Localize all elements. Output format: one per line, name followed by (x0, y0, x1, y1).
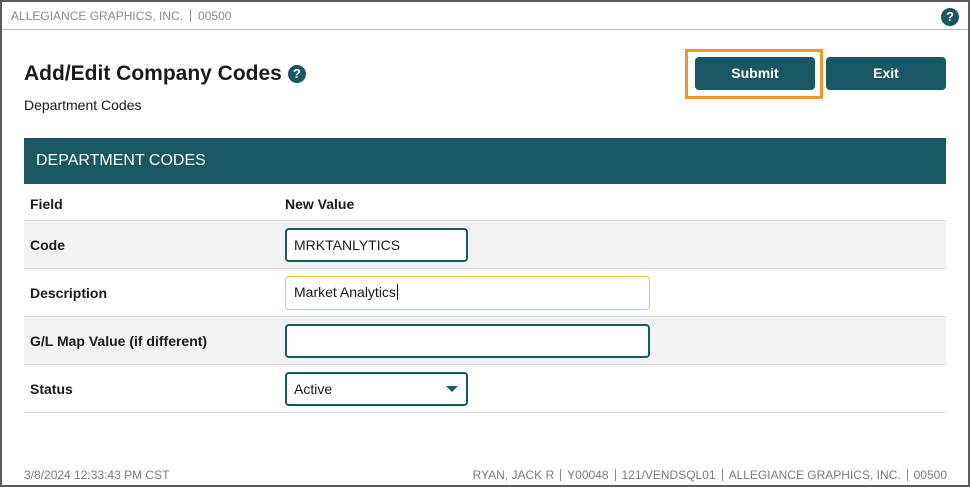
department-codes-panel: DEPARTMENT CODES Field New Value Code MR… (24, 138, 946, 413)
footer-user-id: Y00048 (567, 468, 609, 482)
table-row-description: Description Market Analytics (24, 269, 946, 317)
status-select[interactable]: Active (285, 372, 468, 406)
company-code: 00500 (198, 9, 232, 23)
exit-button[interactable]: Exit (826, 57, 946, 90)
description-input[interactable]: Market Analytics (285, 276, 650, 310)
submit-button[interactable]: Submit (695, 57, 815, 90)
divider (190, 9, 192, 22)
table-row-code: Code MRKTANLYTICS (24, 221, 946, 269)
divider (614, 469, 616, 481)
text-caret (396, 284, 398, 300)
page-title: Add/Edit Company Codes? (24, 62, 306, 86)
table-row-status: Status Active (24, 365, 946, 413)
column-header-new-value: New Value (285, 196, 355, 212)
description-label: Description (30, 285, 108, 301)
divider (906, 469, 908, 481)
gl-map-label: G/L Map Value (if different) (30, 333, 208, 349)
footer-session-info: RYAN, JACK R Y00048 121/VENDSQL01 ALLEGIANC… (473, 468, 947, 482)
code-label: Code (30, 237, 65, 253)
page-subtitle: Department Codes (24, 97, 142, 113)
panel-header: DEPARTMENT CODES (24, 138, 946, 184)
footer-company-name: ALLEGIANCE GRAPHICS, INC. (728, 468, 901, 482)
company-info: ALLEGIANCE GRAPHICS, INC. 00500 (11, 9, 231, 23)
help-icon[interactable]: ? (287, 65, 306, 83)
gl-map-input[interactable] (285, 324, 650, 358)
divider (721, 469, 723, 481)
code-input[interactable]: MRKTANLYTICS (285, 228, 468, 262)
status-label: Status (30, 381, 73, 397)
table-row-gl-map: G/L Map Value (if different) (24, 317, 946, 365)
top-bar: ALLEGIANCE GRAPHICS, INC. 00500 ? (2, 2, 968, 30)
company-name: ALLEGIANCE GRAPHICS, INC. (11, 9, 184, 23)
footer-timestamp: 3/8/2024 12:33:43 PM CST (24, 468, 170, 482)
divider (560, 469, 562, 481)
column-header-field: Field (30, 196, 63, 212)
table-header-row: Field New Value (24, 184, 946, 221)
footer-server: 121/VENDSQL01 (621, 468, 716, 482)
page-title-text: Add/Edit Company Codes (24, 62, 282, 85)
chevron-down-icon[interactable] (446, 386, 458, 392)
description-input-value: Market Analytics (294, 284, 396, 300)
footer-company-code: 00500 (913, 468, 947, 482)
footer-user: RYAN, JACK R (472, 468, 555, 482)
status-selected-value: Active (294, 381, 333, 397)
help-icon[interactable]: ? (941, 8, 959, 26)
